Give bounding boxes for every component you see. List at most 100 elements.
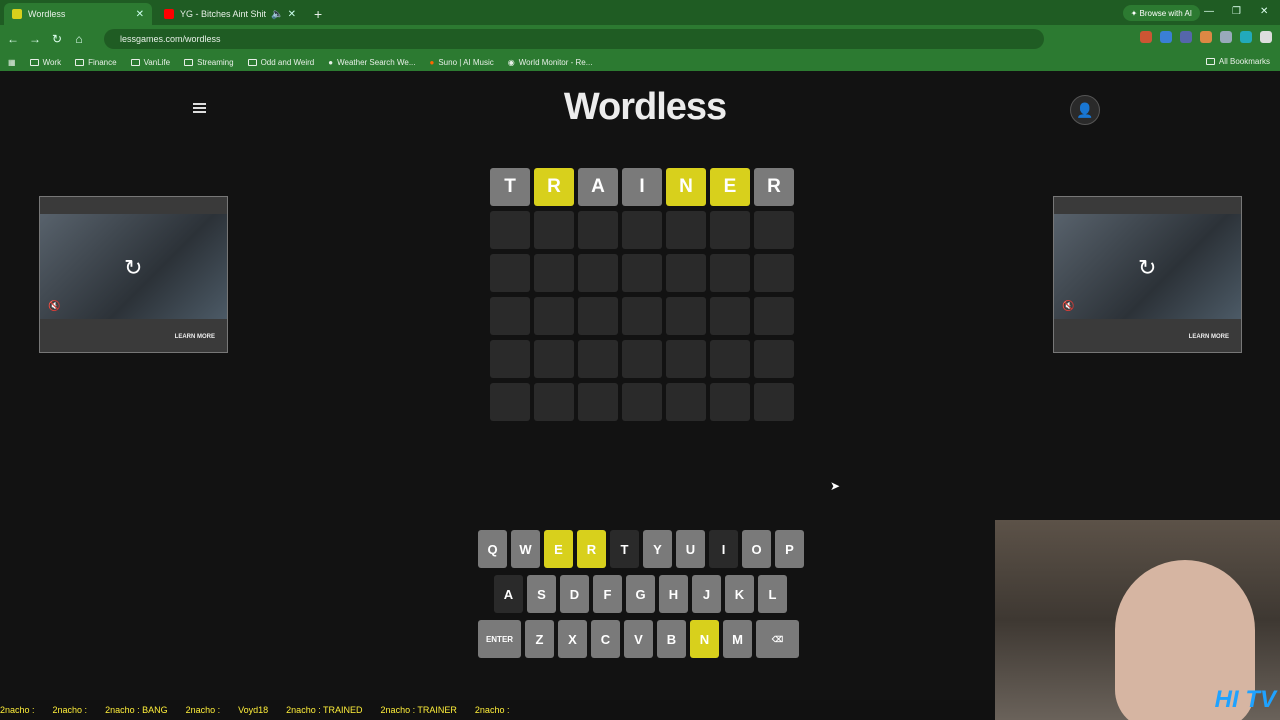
all-bookmarks-label: All Bookmarks — [1218, 57, 1270, 66]
key-z[interactable]: Z — [525, 620, 554, 658]
learn-more-button[interactable]: LEARN MORE — [1189, 334, 1229, 340]
key-u[interactable]: U — [676, 530, 705, 568]
board-tile — [622, 211, 662, 249]
tab-youtube[interactable]: YG - Bitches Aint Shit feat T 🔈 ✕ — [156, 3, 304, 25]
extension-icon[interactable] — [1180, 31, 1192, 43]
weather-icon: ● — [328, 57, 334, 67]
key-t[interactable]: T — [610, 530, 639, 568]
close-icon[interactable]: ✕ — [288, 9, 296, 20]
hamburger-menu-icon[interactable] — [193, 103, 206, 113]
bookmark-suno[interactable]: ● Suno | AI Music — [430, 58, 494, 67]
tab-title: YG - Bitches Aint Shit feat T — [180, 9, 267, 19]
forward-icon[interactable]: → — [24, 32, 46, 46]
extension-icon[interactable] — [1140, 31, 1152, 43]
extensions-toolbar — [1140, 31, 1272, 43]
board-tile — [666, 254, 706, 292]
key-n[interactable]: N — [690, 620, 719, 658]
board-tile: I — [622, 168, 662, 206]
enter-key[interactable]: ENTER — [478, 620, 521, 658]
browse-with-ai-button[interactable]: ✦ Browse with AI — [1122, 5, 1200, 21]
replay-icon[interactable]: ↻ — [1138, 255, 1156, 281]
key-p[interactable]: P — [775, 530, 804, 568]
key-m[interactable]: M — [723, 620, 752, 658]
board-tile — [710, 297, 750, 335]
board-tile — [710, 211, 750, 249]
board-tile — [534, 383, 574, 421]
reload-icon[interactable]: ↻ — [46, 32, 68, 46]
bookmark-work[interactable]: Work — [29, 58, 61, 67]
key-h[interactable]: H — [659, 575, 688, 613]
bookmark-label: Weather Search We... — [337, 57, 416, 67]
all-bookmarks[interactable]: All Bookmarks — [1205, 57, 1270, 66]
bookmark-vanlife[interactable]: VanLife — [130, 57, 171, 67]
video-ad-right[interactable]: ↻ 🔇 LEARN MORE — [1053, 196, 1242, 353]
speaker-icon[interactable]: 🔈 — [271, 9, 283, 20]
backspace-key[interactable]: ⌫ — [756, 620, 799, 658]
board-tile — [710, 254, 750, 292]
key-r[interactable]: R — [577, 530, 606, 568]
new-tab-button[interactable]: + — [314, 6, 322, 22]
folder-icon — [29, 58, 39, 66]
key-i[interactable]: I — [709, 530, 738, 568]
key-s[interactable]: S — [527, 575, 556, 613]
mouse-cursor-icon: ➤ — [830, 479, 841, 493]
mute-icon[interactable]: 🔇 — [48, 301, 60, 312]
url-field[interactable]: lessgames.com/wordless — [104, 29, 1044, 49]
key-e[interactable]: E — [544, 530, 573, 568]
ticker-message: 2nacho : — [52, 705, 88, 715]
key-c[interactable]: C — [591, 620, 620, 658]
close-icon[interactable]: ✕ — [136, 9, 144, 20]
key-g[interactable]: G — [626, 575, 655, 613]
apps-icon[interactable]: ▦ — [8, 58, 16, 67]
board-row — [490, 254, 794, 292]
key-q[interactable]: Q — [478, 530, 507, 568]
board-row — [490, 297, 794, 335]
board-tile — [754, 297, 794, 335]
board-tile — [622, 383, 662, 421]
key-y[interactable]: Y — [643, 530, 672, 568]
board-tile: R — [754, 168, 794, 206]
bookmark-finance[interactable]: Finance — [75, 58, 117, 67]
key-x[interactable]: X — [558, 620, 587, 658]
back-icon[interactable]: ← — [2, 32, 24, 46]
bookmark-weather[interactable]: ● Weather Search We... — [328, 58, 415, 67]
wordless-favicon-icon — [12, 9, 22, 19]
key-w[interactable]: W — [511, 530, 540, 568]
board-row — [490, 340, 794, 378]
user-account-icon[interactable]: 👤 — [1070, 95, 1100, 125]
tab-wordless[interactable]: Wordless ✕ — [4, 3, 152, 25]
home-icon[interactable]: ⌂ — [68, 32, 90, 46]
profile-icon[interactable] — [1240, 31, 1252, 43]
key-f[interactable]: F — [593, 575, 622, 613]
key-o[interactable]: O — [742, 530, 771, 568]
key-d[interactable]: D — [560, 575, 589, 613]
extension-icon[interactable] — [1200, 31, 1212, 43]
puzzle-icon[interactable] — [1220, 31, 1232, 43]
key-l[interactable]: L — [758, 575, 787, 613]
webcam-overlay: HI TV — [995, 520, 1280, 720]
key-k[interactable]: K — [725, 575, 754, 613]
key-b[interactable]: B — [657, 620, 686, 658]
maximize-icon[interactable]: ❐ — [1232, 6, 1241, 17]
mute-icon[interactable]: 🔇 — [1062, 301, 1074, 312]
bookmark-label: VanLife — [143, 57, 171, 67]
url-text: lessgames.com/wordless — [120, 34, 221, 44]
window-close-icon[interactable]: ✕ — [1260, 6, 1268, 17]
replay-icon[interactable]: ↻ — [124, 255, 142, 281]
folder-icon — [75, 58, 85, 66]
bookmark-world-monitor[interactable]: ◉ World Monitor - Re... — [508, 58, 593, 67]
key-v[interactable]: V — [624, 620, 653, 658]
board-tile — [490, 254, 530, 292]
minimize-icon[interactable]: — — [1204, 6, 1214, 17]
bookmark-odd-and-weird[interactable]: Odd and Weird — [247, 58, 314, 67]
translate-icon[interactable] — [1160, 31, 1172, 43]
bookmark-streaming[interactable]: Streaming — [184, 58, 234, 67]
bookmark-label: World Monitor - Re... — [518, 57, 593, 67]
key-j[interactable]: J — [692, 575, 721, 613]
video-ad-left[interactable]: ↻ 🔇 LEARN MORE — [39, 196, 228, 353]
learn-more-button[interactable]: LEARN MORE — [175, 334, 215, 340]
board-tile — [666, 211, 706, 249]
folder-icon — [247, 58, 257, 66]
menu-icon[interactable] — [1260, 31, 1272, 43]
key-a[interactable]: A — [494, 575, 523, 613]
